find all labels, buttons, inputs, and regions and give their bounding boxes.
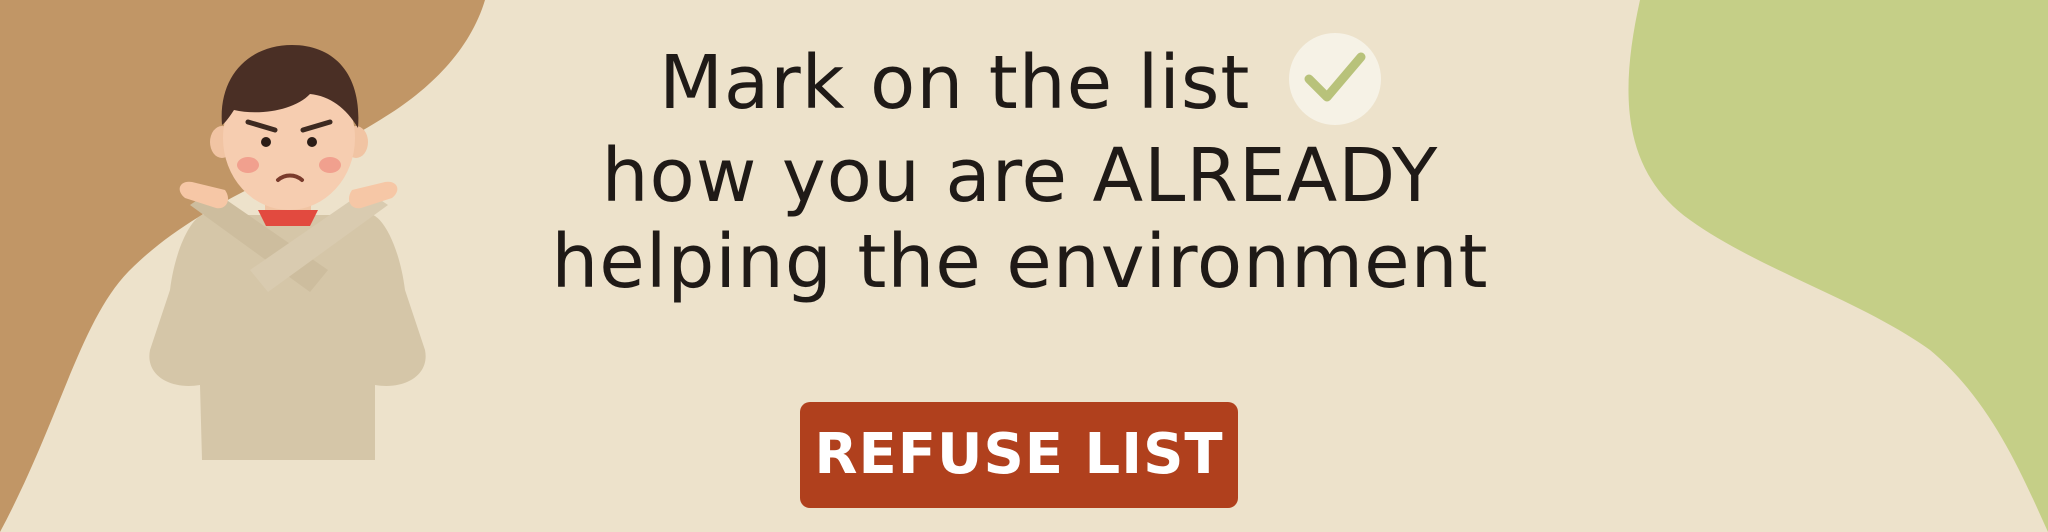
headline-line-1: Mark on the list	[659, 40, 1251, 126]
right-eye	[307, 137, 317, 147]
left-eye	[261, 137, 271, 147]
collar	[258, 210, 318, 226]
check-icon	[1288, 33, 1381, 126]
headline-line-2: how you are ALREADY	[601, 133, 1439, 220]
refuse-list-button[interactable]: REFUSE LIST	[800, 402, 1238, 508]
headline: Mark on the list how you are ALREADY hel…	[520, 33, 1520, 306]
person-crossing-arms-illustration	[149, 45, 426, 460]
headline-line-3: helping the environment	[551, 219, 1489, 306]
headline-line-1-wrapper: Mark on the list	[520, 33, 1520, 133]
right-cheek	[319, 157, 341, 173]
right-green-blob	[1628, 0, 2048, 532]
left-cheek	[237, 157, 259, 173]
